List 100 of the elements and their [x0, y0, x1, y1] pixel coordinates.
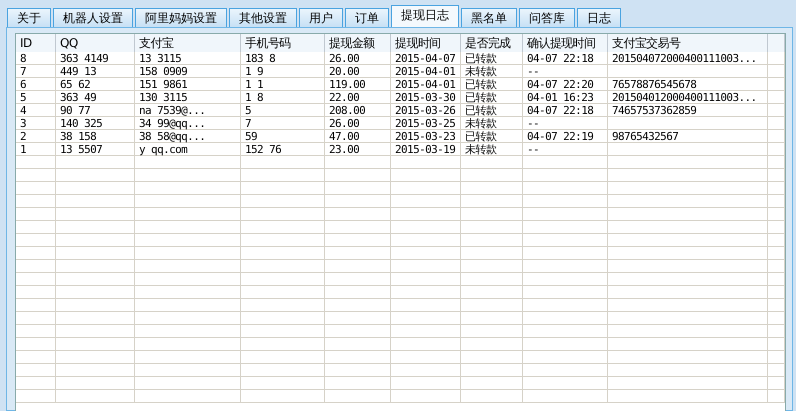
- empty-cell: [768, 351, 785, 364]
- empty-cell: [391, 247, 461, 260]
- tab[interactable]: 机器人设置: [53, 8, 133, 27]
- table-cell: --: [523, 143, 608, 156]
- empty-cell: [768, 117, 785, 130]
- empty-cell: [768, 78, 785, 91]
- table-cell: 已转款: [461, 104, 523, 117]
- column-header[interactable]: 支付宝交易号: [608, 34, 768, 52]
- table-cell: 1 8: [241, 91, 325, 104]
- empty-cell: [391, 182, 461, 195]
- empty-cell: [391, 351, 461, 364]
- table-cell: 23.00: [325, 143, 391, 156]
- column-header[interactable]: 提现时间: [391, 34, 461, 52]
- empty-cell: [461, 390, 523, 403]
- empty-cell: [325, 273, 391, 286]
- empty-cell: [768, 338, 785, 351]
- table-cell: 201504072000400111003...: [608, 52, 768, 65]
- column-header[interactable]: 支付宝: [135, 34, 241, 52]
- empty-cell: [391, 234, 461, 247]
- tab[interactable]: 订单: [345, 8, 389, 27]
- table-cell: y qq.com: [135, 143, 241, 156]
- table-cell: 2015-04-01: [391, 65, 461, 78]
- column-header[interactable]: 提现金额: [325, 34, 391, 52]
- column-header[interactable]: QQ: [56, 34, 135, 52]
- empty-cell: [391, 260, 461, 273]
- empty-cell: [16, 182, 56, 195]
- empty-cell: [461, 325, 523, 338]
- table-cell: 34 99@qq...: [135, 117, 241, 130]
- table-cell: 7: [241, 117, 325, 130]
- empty-cell: [325, 286, 391, 299]
- tab[interactable]: 问答库: [519, 8, 575, 27]
- empty-cell: [461, 156, 523, 169]
- empty-cell: [461, 195, 523, 208]
- empty-cell: [391, 299, 461, 312]
- table-cell: 8: [16, 52, 56, 65]
- empty-cell: [461, 169, 523, 182]
- tab[interactable]: 提现日志: [391, 5, 459, 27]
- empty-cell: [768, 247, 785, 260]
- empty-cell: [16, 351, 56, 364]
- empty-cell: [768, 390, 785, 403]
- empty-cell: [461, 247, 523, 260]
- empty-cell: [461, 286, 523, 299]
- table-cell: 5: [241, 104, 325, 117]
- empty-cell: [16, 234, 56, 247]
- column-header[interactable]: ID: [16, 34, 56, 52]
- empty-cell: [391, 377, 461, 390]
- tab[interactable]: 关于: [7, 8, 51, 27]
- empty-cell: [391, 338, 461, 351]
- empty-cell: [16, 247, 56, 260]
- table-cell: 1: [16, 143, 56, 156]
- empty-cell: [325, 325, 391, 338]
- table-cell: 未转款: [461, 65, 523, 78]
- tab[interactable]: 其他设置: [229, 8, 297, 27]
- empty-cell: [461, 299, 523, 312]
- empty-cell: [461, 234, 523, 247]
- empty-cell: [325, 390, 391, 403]
- tab[interactable]: 阿里妈妈设置: [135, 8, 227, 27]
- table-cell: 22.00: [325, 91, 391, 104]
- empty-cell: [16, 286, 56, 299]
- table-cell: na 7539@...: [135, 104, 241, 117]
- table-cell: 1 1: [241, 78, 325, 91]
- column-header[interactable]: 是否完成: [461, 34, 523, 52]
- empty-cell: [461, 364, 523, 377]
- table-cell: 04-01 16:23: [523, 91, 608, 104]
- empty-cell: [325, 195, 391, 208]
- table-cell: 90 77: [56, 104, 135, 117]
- empty-cell: [768, 312, 785, 325]
- empty-cell: [768, 234, 785, 247]
- column-header[interactable]: 手机号码: [241, 34, 325, 52]
- table-cell: 3: [16, 117, 56, 130]
- column-header[interactable]: 确认提现时间: [523, 34, 608, 52]
- tab[interactable]: 日志: [577, 8, 621, 27]
- table-cell: 未转款: [461, 143, 523, 156]
- empty-cell: [325, 260, 391, 273]
- table-cell: 363 49: [56, 91, 135, 104]
- table-cell: 158 0909: [135, 65, 241, 78]
- tab[interactable]: 黑名单: [461, 8, 517, 27]
- empty-cell: [391, 195, 461, 208]
- empty-cell: [16, 377, 56, 390]
- tab[interactable]: 用户: [299, 8, 343, 27]
- table-cell: 130 3115: [135, 91, 241, 104]
- table-cell: 449 13: [56, 65, 135, 78]
- empty-cell: [768, 364, 785, 377]
- empty-cell: [768, 286, 785, 299]
- table-cell: 151 9861: [135, 78, 241, 91]
- empty-cell: [461, 312, 523, 325]
- table-cell: 6: [16, 78, 56, 91]
- empty-cell: [391, 273, 461, 286]
- empty-cell: [391, 221, 461, 234]
- empty-cell: [325, 221, 391, 234]
- table-cell: 2015-04-07: [391, 52, 461, 65]
- empty-cell: [461, 351, 523, 364]
- empty-cell: [461, 260, 523, 273]
- empty-cell: [391, 208, 461, 221]
- table-cell: 已转款: [461, 78, 523, 91]
- empty-cell: [325, 247, 391, 260]
- table-cell: 98765432567: [608, 130, 768, 143]
- empty-cell: [768, 221, 785, 234]
- empty-cell: [16, 195, 56, 208]
- empty-cell: [391, 169, 461, 182]
